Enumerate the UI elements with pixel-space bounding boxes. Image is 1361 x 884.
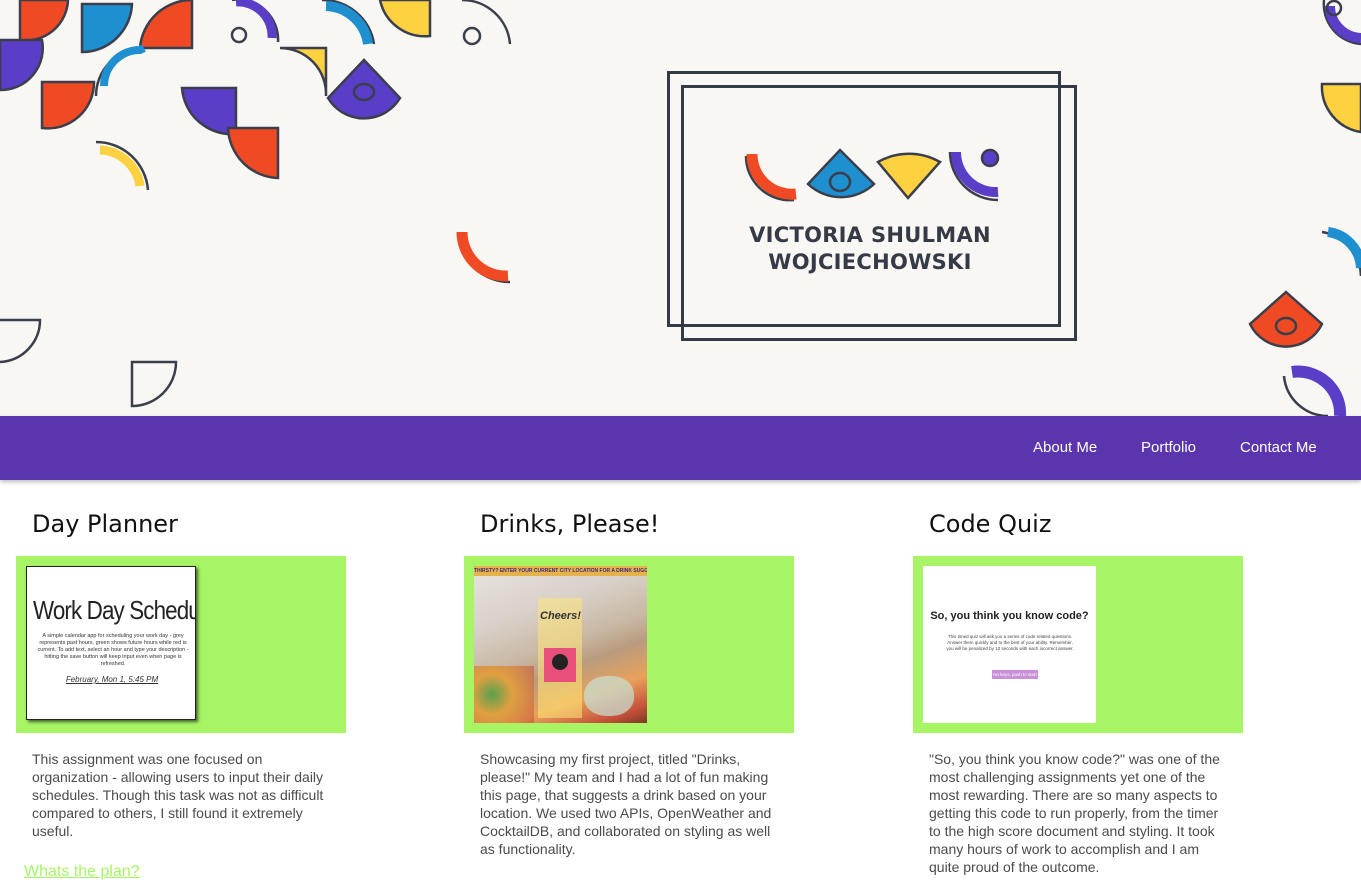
project-thumbnail-frame: THIRSTY? ENTER YOUR CURRENT CITY LOCATIO… (464, 556, 794, 733)
screenshot-body: This timed quiz will ask you a series of… (946, 634, 1074, 651)
logo-frame-offset (681, 85, 1077, 341)
screenshot-start-button: No keys, push to start (992, 670, 1038, 679)
project-thumbnail-frame: So, you think you know code? This timed … (913, 556, 1243, 733)
screenshot-heading: Work Day Scheduler (33, 595, 195, 625)
project-screenshot[interactable]: Work Day Scheduler A simple calendar app… (26, 566, 196, 720)
screenshot-cheers: Cheers! (540, 610, 581, 622)
project-screenshot[interactable]: So, you think you know code? This timed … (923, 566, 1096, 723)
screenshot-heading: So, you think you know code? (930, 610, 1089, 622)
project-title: Code Quiz (929, 510, 1052, 538)
screenshot-subtext: A simple calendar app for scheduling you… (37, 633, 189, 667)
logo-wordmark: VICTORIA SHULMAN WOJCIECHOWSKI (700, 222, 1040, 276)
screenshot-glass (584, 676, 634, 716)
project-title: Drinks, Please! (480, 510, 660, 538)
nav-portfolio[interactable]: Portfolio (1141, 416, 1196, 480)
screenshot-banner: THIRSTY? ENTER YOUR CURRENT CITY LOCATIO… (474, 566, 647, 576)
project-screenshot[interactable]: THIRSTY? ENTER YOUR CURRENT CITY LOCATIO… (474, 566, 647, 723)
screenshot-date: February, Mon 1, 5:45 PM (65, 675, 159, 684)
screenshot-drink-image (544, 648, 576, 682)
nav-about-me[interactable]: About Me (1033, 416, 1097, 480)
project-description: Showcasing my first project, titled "Dri… (480, 751, 772, 857)
navbar: About Me Portfolio Contact Me (0, 416, 1361, 480)
project-link[interactable]: Whats the plan? (24, 863, 140, 881)
project-description: This assignment was one focused on organ… (32, 751, 324, 839)
project-description: "So, you think you know code?" was one o… (929, 751, 1220, 875)
hero-banner: VICTORIA SHULMAN WOJCIECHOWSKI (0, 0, 1361, 416)
logo-first-line: VICTORIA SHULMAN (749, 223, 991, 247)
logo-second-line: WOJCIECHOWSKI (768, 250, 972, 274)
project-title: Day Planner (32, 510, 178, 538)
screenshot-drinks-photo (474, 666, 534, 723)
project-thumbnail-frame: Work Day Scheduler A simple calendar app… (16, 556, 346, 733)
nav-contact-me[interactable]: Contact Me (1240, 416, 1317, 480)
